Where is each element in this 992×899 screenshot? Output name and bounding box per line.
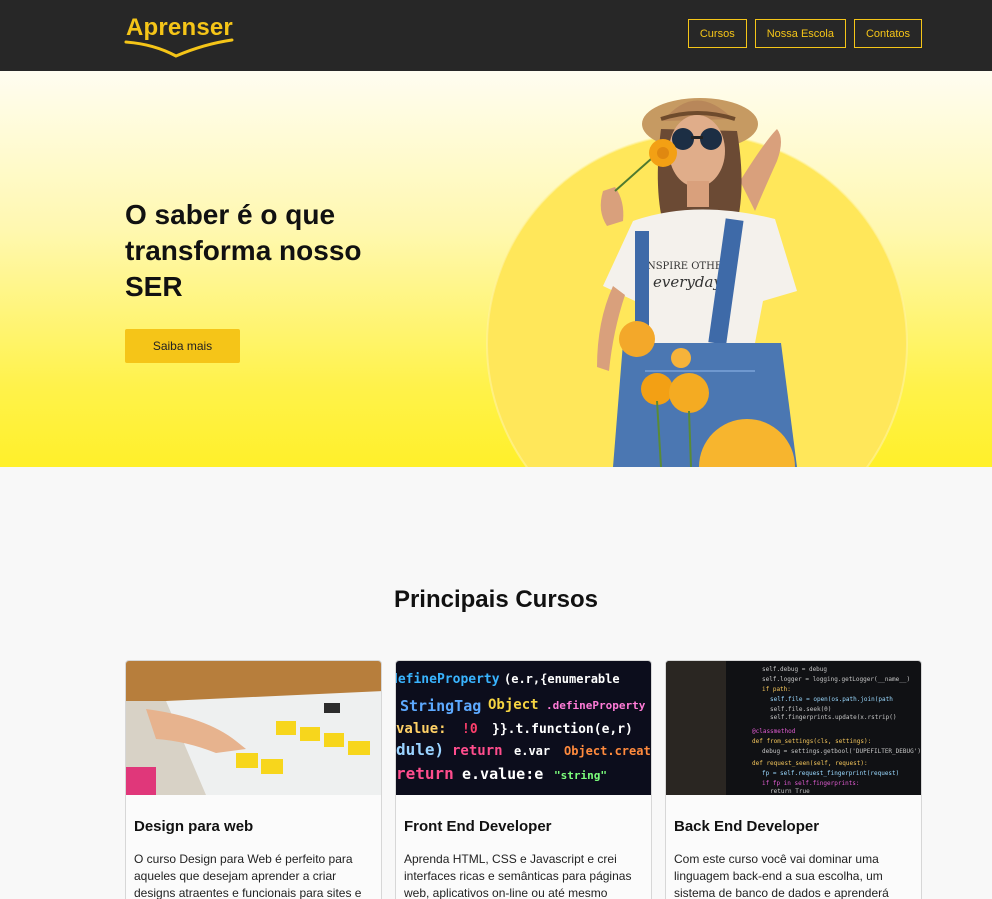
- svg-text:return: return: [396, 764, 454, 783]
- course-description: Aprenda HTML, CSS e Javascript e crei in…: [404, 852, 632, 899]
- front-end-course-image: defineProperty (e.r,{enumerable StringTa…: [396, 661, 652, 795]
- course-title: Design para web: [134, 818, 254, 835]
- course-cards: Design para web O curso Design para Web …: [125, 660, 922, 899]
- svg-text:e.value:e: e.value:e: [462, 765, 543, 783]
- course-description: Com este curso você vai dominar uma ling…: [674, 852, 889, 899]
- course-title: Back End Developer: [674, 818, 820, 835]
- svg-text:fp = self.request_fingerprint(: fp = self.request_fingerprint(request): [762, 770, 899, 777]
- hero-section: O saber é o que transforma nosso SER Sai…: [0, 71, 992, 467]
- site-header: Aprenser Cursos Nossa Escola Contatos: [0, 0, 992, 71]
- svg-text:!0: !0: [462, 722, 478, 737]
- svg-text:self.debug = debug: self.debug = debug: [762, 666, 827, 673]
- svg-text:(e.r,{enumerable: (e.r,{enumerable: [504, 672, 620, 686]
- nav-contatos[interactable]: Contatos: [853, 19, 922, 48]
- svg-text:e.var: e.var: [514, 744, 550, 758]
- svg-text:self.file.seek(0): self.file.seek(0): [770, 706, 831, 713]
- svg-text:Object: Object: [488, 697, 539, 713]
- saiba-mais-button[interactable]: Saiba mais: [125, 329, 240, 363]
- nav-nossa-escola[interactable]: Nossa Escola: [754, 19, 846, 48]
- svg-text:return: return: [452, 743, 503, 759]
- svg-text:Object.create: Object.create: [564, 744, 652, 758]
- svg-text:if path:: if path:: [762, 686, 791, 693]
- main-nav: Cursos Nossa Escola Contatos: [687, 19, 922, 48]
- design-course-image: [126, 661, 381, 795]
- svg-text:self.file = open(os.path.join(: self.file = open(os.path.join(path: [770, 696, 893, 703]
- course-title: Front End Developer: [404, 818, 552, 835]
- course-card-front-end[interactable]: defineProperty (e.r,{enumerable StringTa…: [395, 660, 652, 899]
- logo-swoosh-icon: [124, 38, 234, 58]
- course-description: O curso Design para Web é perfeito para …: [134, 852, 362, 899]
- courses-section-title: Principais Cursos: [393, 586, 599, 613]
- hero-woman-image: INSPIRE OTHERS everyday: [486, 98, 908, 467]
- svg-text:dule): dule): [396, 740, 444, 759]
- svg-text:self.fingerprints.update(x.rst: self.fingerprints.update(x.rstrip(): [770, 714, 896, 721]
- svg-text:@classmethod: @classmethod: [752, 728, 796, 735]
- svg-text:}}.t.function(e,r): }}.t.function(e,r): [492, 722, 633, 737]
- course-card-design[interactable]: Design para web O curso Design para Web …: [125, 660, 382, 899]
- svg-text:if fp in self.fingerprints:: if fp in self.fingerprints:: [762, 780, 860, 787]
- nav-cursos[interactable]: Cursos: [687, 19, 747, 48]
- back-end-course-image: self.debug = debug self.logger = logging…: [666, 661, 921, 795]
- svg-text:def request_seen(self, request: def request_seen(self, request):: [752, 760, 868, 767]
- svg-text:value:: value:: [396, 721, 447, 737]
- svg-text:.defineProperty: .defineProperty: [546, 699, 646, 712]
- course-card-back-end[interactable]: self.debug = debug self.logger = logging…: [665, 660, 922, 899]
- svg-text:self.logger = logging.getLogge: self.logger = logging.getLogger(__name__…: [762, 676, 910, 683]
- svg-text:defineProperty: defineProperty: [396, 672, 500, 687]
- shirt-text-2: everyday: [653, 273, 722, 291]
- hero-title: O saber é o que transforma nosso SER: [125, 199, 362, 302]
- svg-text:"string": "string": [554, 769, 607, 782]
- svg-text:return True: return True: [770, 788, 810, 795]
- svg-text:debug = settings.getbool('DUPE: debug = settings.getbool('DUPEFILTER_DEB…: [762, 748, 921, 755]
- brand-logo[interactable]: Aprenser: [124, 14, 236, 60]
- svg-text:StringTag: StringTag: [400, 697, 481, 715]
- svg-text:def from_settings(cls, setting: def from_settings(cls, settings):: [752, 738, 871, 745]
